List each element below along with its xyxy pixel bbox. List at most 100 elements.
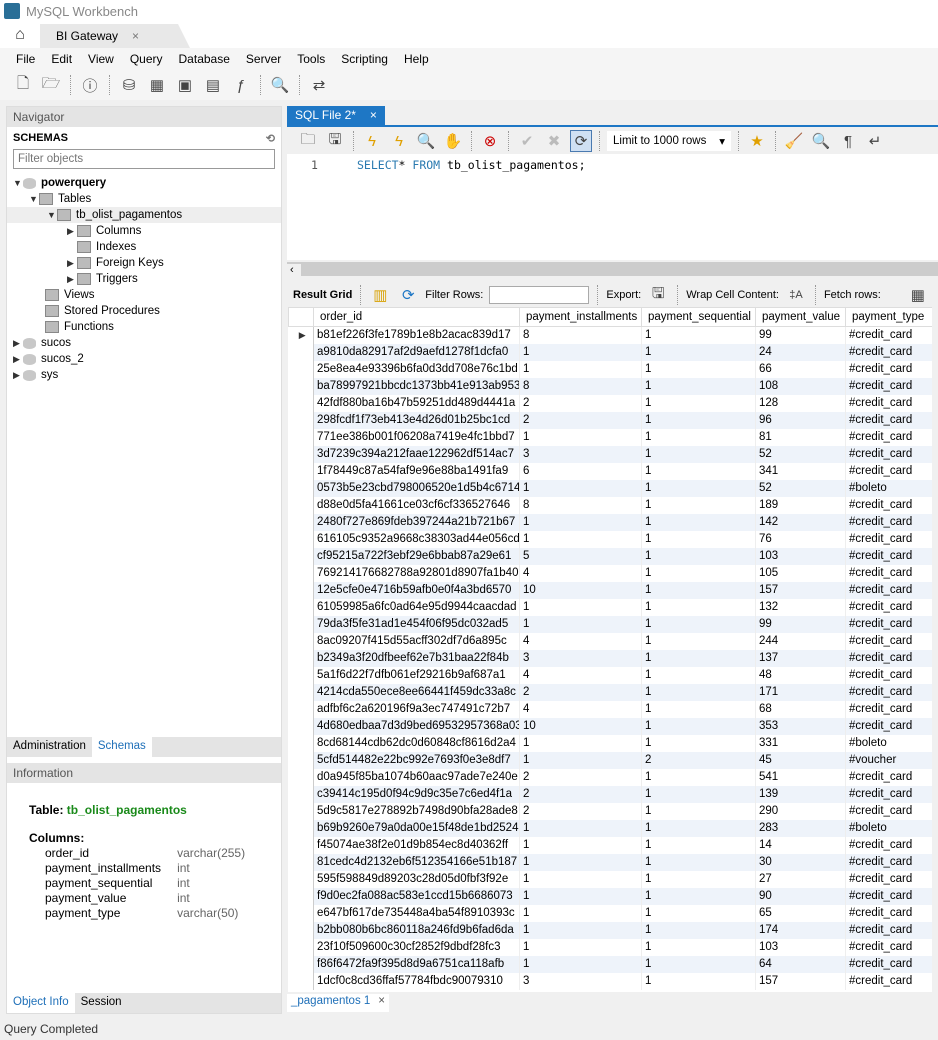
- cell-payment-type[interactable]: #credit_card: [845, 445, 932, 463]
- export-icon[interactable]: 🖫: [647, 284, 669, 306]
- menu-tools[interactable]: Tools: [289, 52, 333, 66]
- row-selector[interactable]: [288, 802, 314, 820]
- cell-payment-sequential[interactable]: 1: [641, 326, 756, 344]
- row-selector[interactable]: [288, 394, 314, 412]
- row-selector[interactable]: [288, 428, 314, 446]
- cell-order-id[interactable]: 616105c9352a9668c38303ad44e056cd: [313, 530, 520, 548]
- cell-payment-value[interactable]: 90: [755, 887, 846, 905]
- cell-order-id[interactable]: 5d9c5817e278892b7498d90bfa28ade8: [313, 802, 520, 820]
- tab-sql-file[interactable]: SQL File 2* ×: [287, 106, 385, 126]
- open-sql-script-icon[interactable]: 🗁: [40, 74, 62, 96]
- connection-tab[interactable]: BI Gateway ×: [40, 24, 190, 48]
- limit-rows-select[interactable]: Limit to 1000 rows ▾: [607, 131, 731, 151]
- cell-order-id[interactable]: adfbf6c2a620196f9a3ec747491c72b7: [313, 700, 520, 718]
- cell-payment-sequential[interactable]: 1: [641, 870, 756, 888]
- table-row[interactable]: 8cd68144cdb62dc0d60848cf8616d2a4 1 1 331 #bo…: [288, 734, 932, 752]
- cell-payment-sequential[interactable]: 1: [641, 598, 756, 616]
- table-row[interactable]: 8ac09207f415d55acff302df7d6a895c 4 1 244 #cr…: [288, 632, 932, 650]
- cell-order-id[interactable]: 42fdf880ba16b47b59251dd489d4441a: [313, 394, 520, 412]
- cell-payment-value[interactable]: 65: [755, 904, 846, 922]
- cell-order-id[interactable]: 3d7239c394a212faae122962df514ac7: [313, 445, 520, 463]
- table-row[interactable]: a9810da82917af2d9aefd1278f1dcfa0 1 1 24 #cre…: [288, 343, 932, 361]
- close-icon[interactable]: ×: [132, 29, 139, 43]
- cell-payment-type[interactable]: #credit_card: [845, 785, 932, 803]
- tree-columns[interactable]: ▶ Columns: [7, 223, 281, 239]
- table-row[interactable]: ba78997921bbcdc1373bb41e913ab953 8 1 108 #cr…: [288, 377, 932, 395]
- cell-payment-installments[interactable]: 4: [519, 700, 642, 718]
- menu-edit[interactable]: Edit: [43, 52, 80, 66]
- menu-server[interactable]: Server: [238, 52, 289, 66]
- menu-view[interactable]: View: [80, 52, 122, 66]
- cell-payment-value[interactable]: 48: [755, 666, 846, 684]
- cell-payment-type[interactable]: #credit_card: [845, 683, 932, 701]
- cell-payment-type[interactable]: #credit_card: [845, 853, 932, 871]
- cell-payment-installments[interactable]: 10: [519, 717, 642, 735]
- cell-payment-installments[interactable]: 4: [519, 666, 642, 684]
- cell-payment-value[interactable]: 14: [755, 836, 846, 854]
- row-selector[interactable]: [288, 445, 314, 463]
- column-header-payment-type[interactable]: payment_type: [845, 307, 932, 327]
- cell-payment-installments[interactable]: 1: [519, 904, 642, 922]
- cell-order-id[interactable]: 4d680edbaa7d3d9bed69532957368a03: [313, 717, 520, 735]
- cell-payment-value[interactable]: 52: [755, 445, 846, 463]
- cell-payment-sequential[interactable]: 1: [641, 530, 756, 548]
- cell-payment-value[interactable]: 99: [755, 326, 846, 344]
- table-row[interactable]: 5a1f6d22f7dfb061ef29216b9af687a1 4 1 48 #cre…: [288, 666, 932, 684]
- stop-icon[interactable]: ✋: [442, 130, 464, 152]
- cell-order-id[interactable]: 25e8ea4e93396b6fa0d3dd708e76c1bd: [313, 360, 520, 378]
- create-table-icon[interactable]: ▦: [146, 74, 168, 96]
- cell-payment-value[interactable]: 157: [755, 972, 846, 990]
- cell-payment-type[interactable]: #credit_card: [845, 887, 932, 905]
- table-row[interactable]: 25e8ea4e93396b6fa0d3dd708e76c1bd 1 1 66 #cre…: [288, 360, 932, 378]
- cell-payment-installments[interactable]: 1: [519, 513, 642, 531]
- refresh-icon[interactable]: ⟲: [266, 132, 275, 145]
- table-row[interactable]: e647bf617de735448a4ba54f8910393c 1 1 65 #cre…: [288, 904, 932, 922]
- cell-payment-sequential[interactable]: 1: [641, 428, 756, 446]
- inspector-icon[interactable]: ⓘ: [79, 74, 101, 96]
- cell-payment-type[interactable]: #credit_card: [845, 921, 932, 939]
- cell-payment-type[interactable]: #credit_card: [845, 598, 932, 616]
- cell-payment-installments[interactable]: 6: [519, 462, 642, 480]
- cell-payment-sequential[interactable]: 1: [641, 462, 756, 480]
- cell-order-id[interactable]: f45074ae38f2e01d9b854ec8d40362ff: [313, 836, 520, 854]
- home-icon[interactable]: ⌂: [0, 22, 40, 48]
- cell-payment-value[interactable]: 541: [755, 768, 846, 786]
- tab-object-info[interactable]: Object Info: [7, 993, 75, 1013]
- cell-payment-value[interactable]: 27: [755, 870, 846, 888]
- cell-payment-value[interactable]: 81: [755, 428, 846, 446]
- cell-payment-type[interactable]: #credit_card: [845, 717, 932, 735]
- cell-payment-value[interactable]: 137: [755, 649, 846, 667]
- cell-payment-installments[interactable]: 1: [519, 819, 642, 837]
- cell-payment-value[interactable]: 66: [755, 360, 846, 378]
- row-selector[interactable]: [288, 870, 314, 888]
- table-row[interactable]: 771ee386b001f06208a7419e4fc1bbd7 1 1 81 #cre…: [288, 428, 932, 446]
- fetch-rows-icon[interactable]: ▦: [907, 284, 929, 306]
- column-header-payment-value[interactable]: payment_value: [755, 307, 846, 327]
- table-row[interactable]: 61059985a6fc0ad64e95d9944caacdad 1 1 132 #cr…: [288, 598, 932, 616]
- table-row[interactable]: f45074ae38f2e01d9b854ec8d40362ff 1 1 14 #cre…: [288, 836, 932, 854]
- schema-sys[interactable]: ▶ sys: [7, 367, 281, 383]
- row-selector[interactable]: [288, 853, 314, 871]
- cell-payment-sequential[interactable]: 1: [641, 938, 756, 956]
- create-procedure-icon[interactable]: ▤: [202, 74, 224, 96]
- cell-order-id[interactable]: 769214176682788a92801d8907fa1b40: [313, 564, 520, 582]
- cell-payment-installments[interactable]: 2: [519, 683, 642, 701]
- filter-rows-input[interactable]: [489, 286, 590, 304]
- table-row[interactable]: 0573b5e23cbd798006520e1d5b4c6714 1 1 52 #bol…: [288, 479, 932, 497]
- tab-schemas[interactable]: Schemas: [91, 737, 152, 757]
- table-row[interactable]: f9d0ec2fa088ac583e1ccd15b6686073 1 1 90 #cre…: [288, 887, 932, 905]
- tree-table-tb-olist-pagamentos[interactable]: ▼ tb_olist_pagamentos: [7, 207, 281, 223]
- row-selector[interactable]: [288, 887, 314, 905]
- tree-triggers[interactable]: ▶ Triggers: [7, 271, 281, 287]
- cell-payment-installments[interactable]: 8: [519, 377, 642, 395]
- cell-payment-type[interactable]: #credit_card: [845, 513, 932, 531]
- column-header-order-id[interactable]: order_id: [313, 307, 520, 327]
- cell-payment-sequential[interactable]: 1: [641, 666, 756, 684]
- row-selector[interactable]: [288, 343, 314, 361]
- row-selector[interactable]: [288, 904, 314, 922]
- table-row[interactable]: 595f598849d89203c28d05d0fbf3f92e 1 1 27 #cre…: [288, 870, 932, 888]
- cell-payment-value[interactable]: 52: [755, 479, 846, 497]
- menu-help[interactable]: Help: [396, 52, 437, 66]
- cell-payment-value[interactable]: 331: [755, 734, 846, 752]
- cell-payment-type[interactable]: #credit_card: [845, 343, 932, 361]
